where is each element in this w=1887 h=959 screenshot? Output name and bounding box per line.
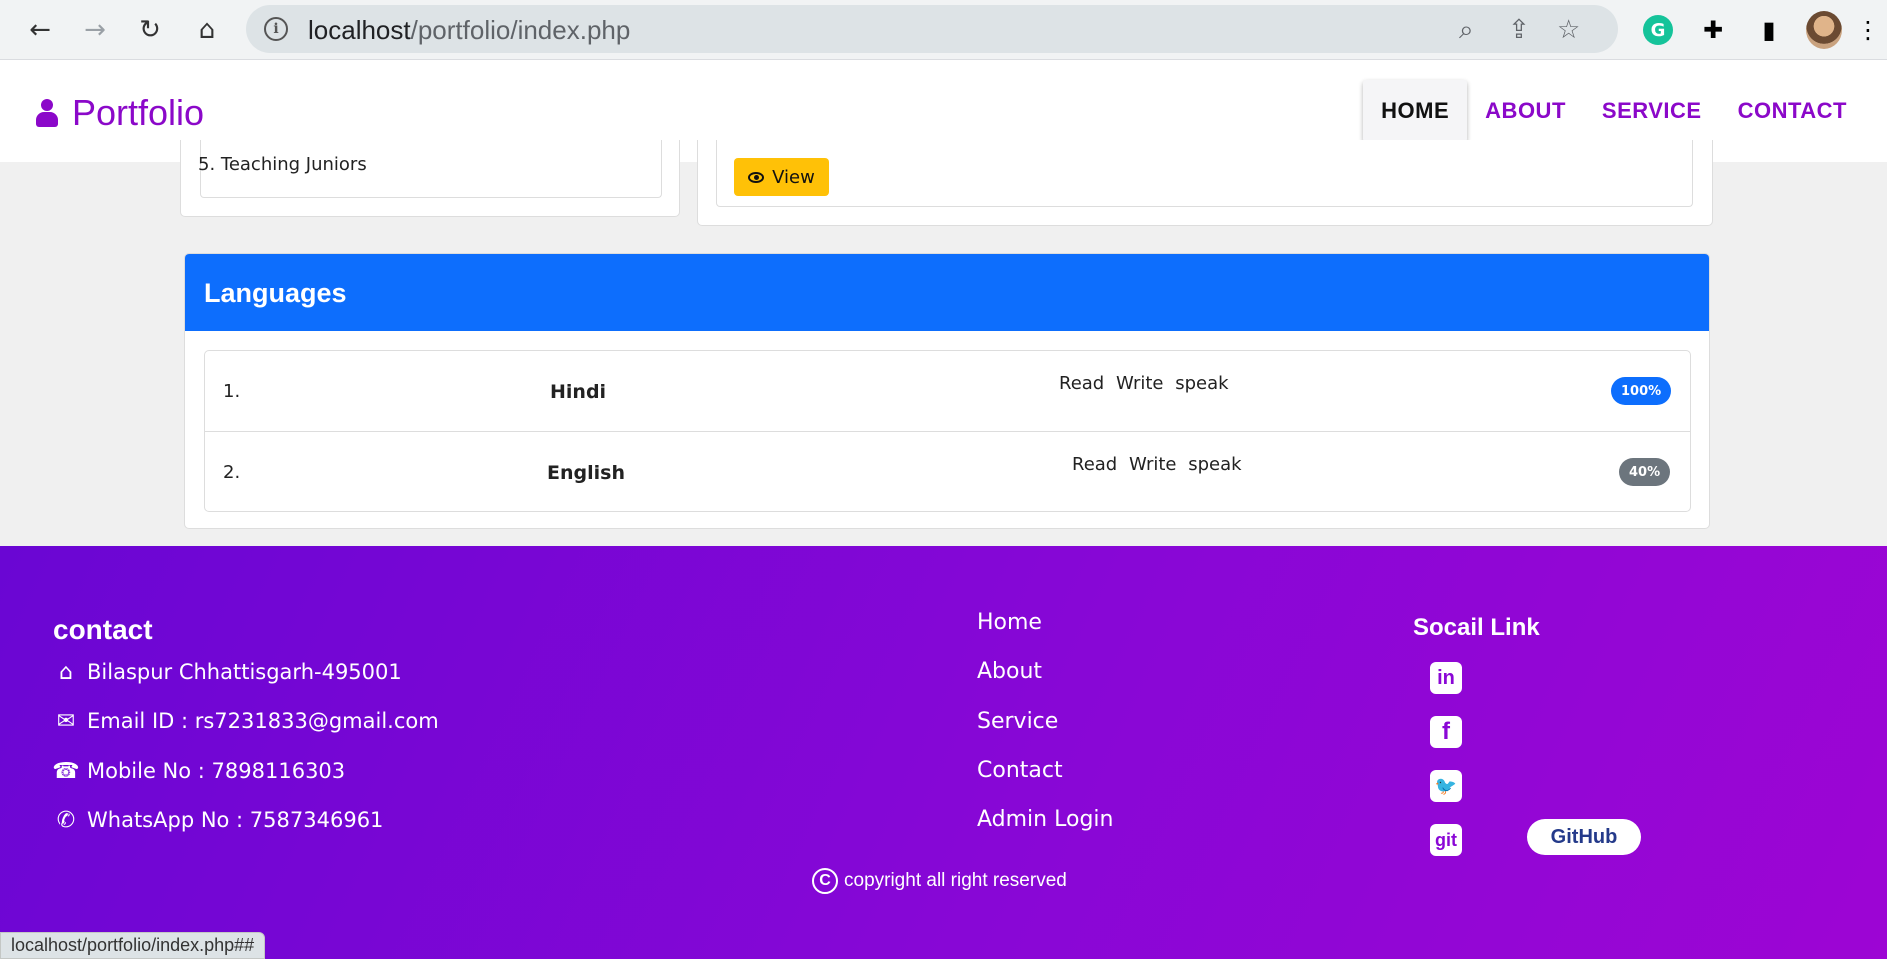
copyright: C copyright all right reserved [812,868,1067,894]
footer-link-contact[interactable]: Contact [977,758,1063,783]
linkedin-icon[interactable]: in [1430,662,1462,694]
activities-card [180,140,680,217]
project-card-body [716,140,1693,207]
contact-title: contact [53,614,153,645]
copyright-icon: C [812,868,838,894]
nav-service[interactable]: SERVICE [1584,80,1720,142]
grammarly-icon[interactable]: G [1640,12,1676,48]
back-icon[interactable]: ← [22,12,58,48]
reload-icon[interactable]: ↻ [132,12,168,48]
nav-home[interactable]: HOME [1363,80,1468,142]
whatsapp-line: ✆ WhatsApp No : 7587346961 [53,807,384,833]
email-line: ✉ Email ID : rs7231833@gmail.com [53,708,439,734]
brand-text: Portfolio [72,92,205,133]
footer-link-about[interactable]: About [977,659,1042,684]
phone-icon: ☎ [52,758,80,784]
eye-icon [748,171,765,183]
level-badge: 100% [1611,377,1672,405]
brand[interactable]: Portfolio [36,92,204,134]
footer-link-home[interactable]: Home [977,610,1042,635]
language-name: Hindi [550,381,607,403]
project-card [697,140,1713,226]
git-icon[interactable]: git [1430,824,1462,856]
home-icon: ⌂ [59,659,73,685]
browser-toolbar: ← → ↻ ⌂ i localhost/portfolio/index.php … [0,0,1887,60]
languages-list: 1. Hindi Read Write speak 100% 2. Englis… [204,350,1691,512]
language-skills: Read Write speak [1059,373,1229,394]
profile-avatar[interactable] [1806,11,1842,49]
mobile-line: ☎ Mobile No : 7898116303 [52,758,346,784]
list-item: 2. English Read Write speak 40% [205,432,1690,513]
languages-card: Languages 1. Hindi Read Write speak 100%… [184,253,1710,529]
footer-link-admin-login[interactable]: Admin Login [977,807,1113,832]
envelope-icon: ✉ [56,708,76,734]
language-name: English [547,462,625,484]
social-title: Socail Link [1413,614,1540,641]
whatsapp-icon: ✆ [56,807,76,833]
address-line: ⌂ Bilaspur Chhattisgarh-495001 [53,659,402,685]
home-icon[interactable]: ⌂ [189,12,225,48]
status-bar-url: localhost/portfolio/index.php## [0,932,266,959]
menu-dots-icon[interactable]: ⋮ [1856,12,1880,48]
github-button[interactable]: GitHub [1527,819,1641,855]
twitter-icon[interactable]: 🐦 [1430,770,1462,802]
view-label: View [772,166,815,188]
row-number: 2. [223,462,241,483]
row-number: 1. [223,381,241,402]
side-panel-icon[interactable]: ▮ [1751,12,1787,48]
list-item: 1. Hindi Read Write speak 100% [205,351,1690,432]
user-icon [36,99,58,127]
facebook-icon[interactable]: f [1430,716,1462,748]
url-text[interactable]: localhost/portfolio/index.php [308,15,630,46]
forward-icon[interactable]: → [77,12,113,48]
nav-contact[interactable]: CONTACT [1720,80,1865,142]
list-item: 5. Teaching Juniors [198,154,367,175]
address-bar[interactable]: i localhost/portfolio/index.php ⌕ ⇪ ☆ [246,5,1618,53]
languages-title: Languages [185,254,1709,331]
view-button[interactable]: View [734,158,829,196]
extensions-icon[interactable]: ✚ [1695,12,1731,48]
site-info-icon[interactable]: i [264,17,288,41]
main-nav: HOME ABOUT SERVICE CONTACT [1363,80,1865,142]
nav-about[interactable]: ABOUT [1467,80,1584,142]
bookmark-star-icon[interactable]: ☆ [1557,15,1580,45]
footer-link-service[interactable]: Service [977,709,1058,734]
footer: contact ⌂ Bilaspur Chhattisgarh-495001 ✉… [0,546,1887,959]
level-badge: 40% [1619,458,1671,486]
language-skills: Read Write speak [1072,454,1242,475]
zoom-icon[interactable]: ⌕ [1459,15,1474,46]
share-icon[interactable]: ⇪ [1508,15,1530,45]
